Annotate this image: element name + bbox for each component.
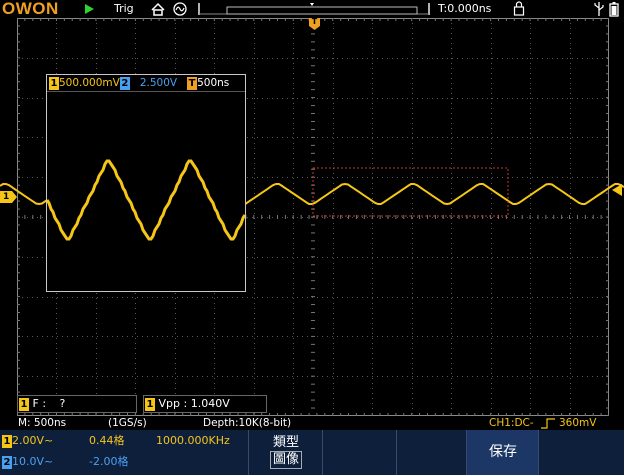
ch1-info[interactable]: 1 2.00V~ [2, 433, 53, 449]
type-menu-button[interactable]: 類型 圖像 [248, 430, 323, 475]
status-row: M: 500ns (1GS/s) Depth:10K(8-bit) CH1:DC… [0, 416, 624, 430]
measurement-value: ? [59, 397, 66, 410]
bottom-bar: 1 2.00V~ 0.44格 1000.000KHz 2 10.0V~ -2.00格… [0, 430, 624, 475]
trigger-level: 360mV [559, 417, 597, 429]
zoom-ch1-waveform [47, 159, 245, 241]
ch1-frequency: 1000.000KHz [156, 434, 230, 447]
trigger-level-marker[interactable] [610, 184, 622, 196]
ch1-offset: 0.44格 [89, 434, 125, 447]
trigger-source: CH1:DC- [489, 417, 534, 429]
ch2-info-badge: 2 [2, 456, 12, 469]
rising-edge-icon [541, 418, 555, 429]
zoom-ch2-scale: 2.500V [139, 77, 178, 89]
ch2-offset: -2.00格 [89, 455, 129, 468]
zoom-window-header: 1 500.000mV 2 2.500V T 500ns [47, 75, 245, 92]
ch1-info-badge: 1 [2, 435, 12, 448]
ch1-marker-label: 1 [3, 192, 10, 202]
trigger-position-label: T [311, 17, 318, 26]
zoom-ch1-scale: 500.000mV [59, 77, 120, 89]
ch1-badge: 1 [49, 77, 59, 90]
measurement-value: 1.040V [190, 397, 230, 410]
zoom-time-scale: 500ns [197, 77, 230, 89]
menu-slot-empty-2[interactable] [322, 430, 397, 475]
menu-slot-empty-3[interactable] [396, 430, 467, 475]
measurement-channel-badge: 1 [19, 398, 29, 411]
ch2-info[interactable]: 2 10.0V~ [2, 454, 53, 470]
zoom-time-badge: T [187, 77, 198, 90]
ch2-scale: 10.0V~ [12, 455, 54, 468]
save-button-label: 保存 [489, 444, 517, 460]
zoom-window: 1 500.000mV 2 2.500V T 500ns [46, 74, 246, 292]
measurement-label: Vpp : [158, 397, 188, 410]
type-menu-value: 圖像 [269, 451, 302, 469]
measurement-vpp[interactable]: 1 Vpp : 1.040V [143, 395, 267, 413]
measurement-channel-badge: 1 [145, 398, 155, 411]
type-menu-label: 類型 [272, 435, 299, 450]
timebase: M: 500ns [18, 417, 67, 429]
ch2-badge: 2 [119, 77, 130, 90]
save-button[interactable]: 保存 [466, 430, 539, 475]
measurement-frequency[interactable]: 1 F : ? [17, 395, 137, 413]
measurement-label: F : [32, 397, 47, 410]
ch1-scale: 2.00V~ [12, 434, 54, 447]
memory-depth: Depth:10K(8-bit) [203, 417, 292, 429]
menu-slot-empty-5[interactable] [538, 430, 624, 475]
zoom-plot [47, 159, 245, 241]
sample-rate: (1GS/s) [108, 417, 147, 429]
zoom-selection-box [312, 167, 509, 217]
